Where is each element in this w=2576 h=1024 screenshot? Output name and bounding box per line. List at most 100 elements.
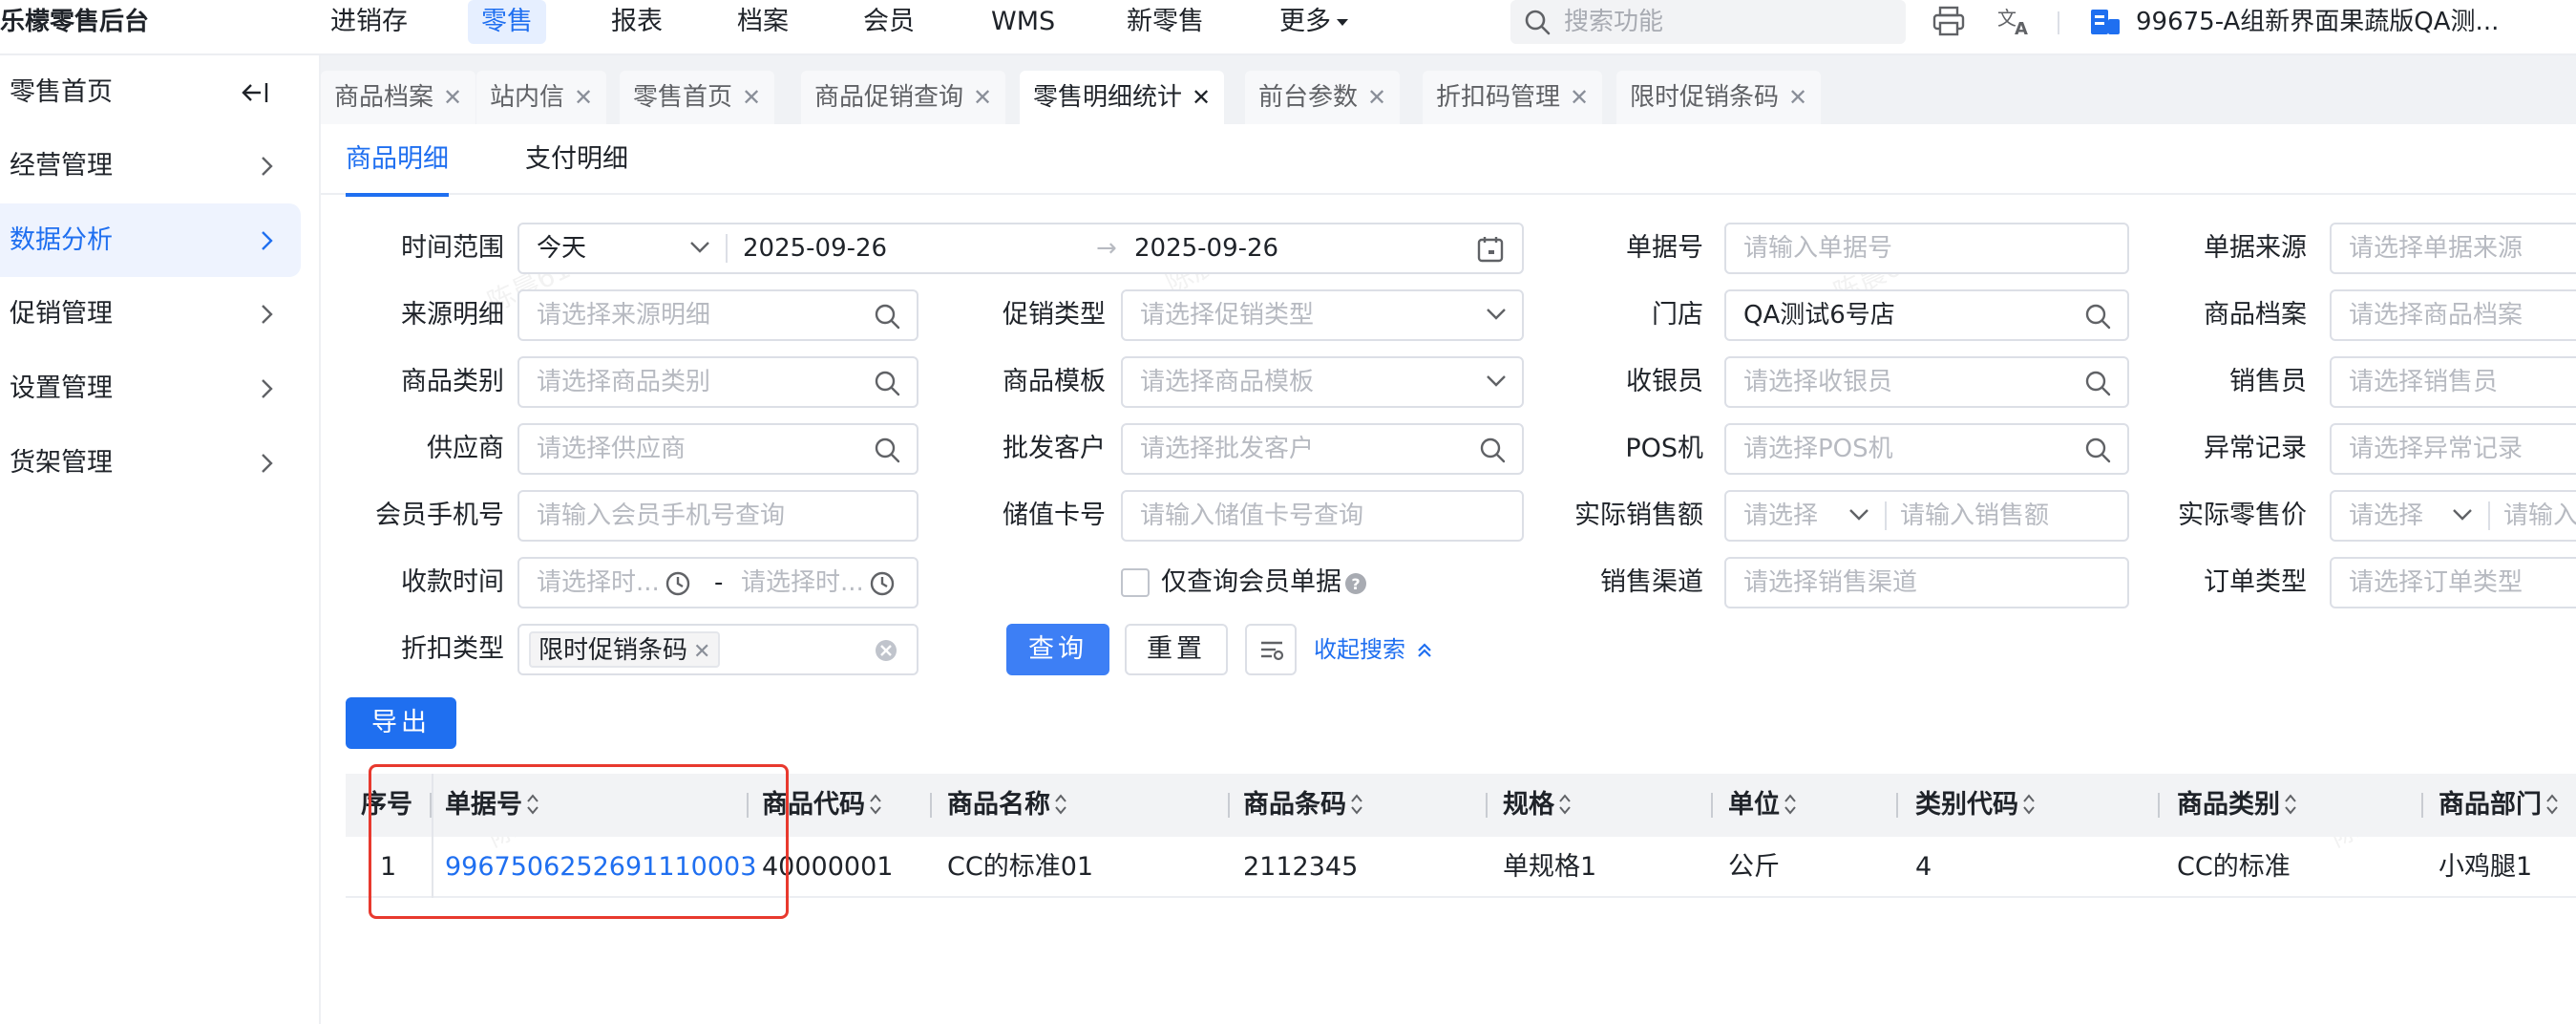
promo-type-select[interactable]: 请选择促销类型 bbox=[1121, 289, 1524, 341]
function-search[interactable]: 搜索功能 bbox=[1510, 0, 1906, 44]
anomaly-select[interactable]: 请选择异常记录 bbox=[2330, 423, 2576, 475]
store-select[interactable]: QA测试6号店 bbox=[1724, 289, 2129, 341]
print-icon[interactable] bbox=[1932, 4, 1966, 42]
column-settings-button[interactable] bbox=[1245, 624, 1297, 675]
nav-more[interactable]: 更多 bbox=[1279, 0, 1348, 44]
th-item-code[interactable]: 商品代码 bbox=[762, 774, 882, 837]
sidebar-item-home[interactable]: 零售首页 bbox=[0, 55, 301, 129]
tab-promo-query[interactable]: 商品促销查询 ✕ bbox=[801, 71, 1006, 124]
subtab-pay-detail[interactable]: 支付明细 bbox=[525, 124, 628, 195]
pay-time-start-placeholder[interactable]: 请选择时... bbox=[537, 559, 660, 607]
supplier-select[interactable]: 请选择供应商 bbox=[517, 423, 918, 475]
tab-retail-detail[interactable]: 零售明细统计 ✕ bbox=[1020, 71, 1225, 124]
th-category-code[interactable]: 类别代码 bbox=[1915, 774, 2036, 837]
sidebar-item-shelf[interactable]: 货架管理 bbox=[0, 426, 301, 500]
subtab-item-detail[interactable]: 商品明细 bbox=[346, 124, 449, 197]
bill-no-input[interactable]: 请输入单据号 bbox=[1724, 223, 2129, 274]
cell-bill-no-link[interactable]: 9967506252691110003 bbox=[445, 837, 756, 898]
sidebar-item-promotion[interactable]: 促销管理 bbox=[0, 277, 301, 351]
stored-card-input[interactable]: 请输入储值卡号查询 bbox=[1121, 490, 1524, 542]
order-type-select[interactable]: 请选择订单类型 bbox=[2330, 557, 2576, 608]
member-only-checkbox[interactable] bbox=[1121, 568, 1150, 597]
calendar-icon[interactable] bbox=[1476, 235, 1505, 264]
label-member-phone: 会员手机号 bbox=[375, 501, 504, 530]
question-icon[interactable]: ? bbox=[1344, 572, 1367, 595]
nav-huiyuan[interactable]: 会员 bbox=[863, 0, 915, 44]
pay-time-range[interactable]: 请选择时... - 请选择时... bbox=[517, 557, 918, 608]
bill-source-select[interactable]: 请选择单据来源 bbox=[2330, 223, 2576, 274]
end-date[interactable]: 2025-09-26 bbox=[1134, 224, 1278, 272]
column-divider[interactable] bbox=[1228, 793, 1230, 818]
tab-retail-home[interactable]: 零售首页 ✕ bbox=[620, 71, 775, 124]
salesman-select[interactable]: 请选择销售员 bbox=[2330, 356, 2576, 408]
tab-timed-promo-barcode[interactable]: 限时促销条码 ✕ bbox=[1616, 71, 1822, 124]
pos-select[interactable]: 请选择POS机 bbox=[1724, 423, 2129, 475]
th-category[interactable]: 商品类别 bbox=[2177, 774, 2297, 837]
sidebar-item-data-analysis[interactable]: 数据分析 bbox=[0, 203, 301, 277]
cashier-select[interactable]: 请选择收银员 bbox=[1724, 356, 2129, 408]
nav-dangan[interactable]: 档案 bbox=[737, 0, 789, 44]
nav-baobiao[interactable]: 报表 bbox=[611, 0, 663, 44]
column-divider[interactable] bbox=[1711, 793, 1713, 818]
item-file-select[interactable]: 请选择商品档案 bbox=[2330, 289, 2576, 341]
actual-price-field[interactable]: 请选择 请输入 bbox=[2330, 490, 2576, 542]
close-icon[interactable]: ✕ bbox=[574, 84, 593, 111]
member-phone-input[interactable]: 请输入会员手机号查询 bbox=[517, 490, 918, 542]
close-icon[interactable]: ✕ bbox=[443, 84, 462, 111]
th-bill-no[interactable]: 单据号 bbox=[445, 774, 539, 837]
current-store[interactable]: 99675-A组新界面果蔬版QA测... bbox=[2136, 0, 2499, 44]
template-select[interactable]: 请选择商品模板 bbox=[1121, 356, 1524, 408]
collapse-search-link[interactable]: 收起搜索 bbox=[1314, 624, 1432, 675]
query-button[interactable]: 查询 bbox=[1006, 624, 1109, 675]
actual-price-op-placeholder[interactable]: 请选择 bbox=[2349, 492, 2423, 540]
close-icon[interactable]: ✕ bbox=[742, 84, 761, 111]
th-unit[interactable]: 单位 bbox=[1728, 774, 1797, 837]
close-icon[interactable]: ✕ bbox=[1192, 84, 1211, 111]
actual-amount-op-placeholder[interactable]: 请选择 bbox=[1743, 492, 1818, 540]
nav-xinlingshou[interactable]: 新零售 bbox=[1127, 0, 1204, 44]
close-icon[interactable]: ✕ bbox=[1367, 84, 1386, 111]
actual-amount-placeholder[interactable]: 请输入销售额 bbox=[1900, 492, 2049, 540]
th-item-name[interactable]: 商品名称 bbox=[947, 774, 1067, 837]
tag-close-icon[interactable]: ✕ bbox=[693, 640, 710, 664]
wholesale-select[interactable]: 请选择批发客户 bbox=[1121, 423, 1524, 475]
category-select[interactable]: 请选择商品类别 bbox=[517, 356, 918, 408]
th-spec[interactable]: 规格 bbox=[1503, 774, 1572, 837]
th-barcode[interactable]: 商品条码 bbox=[1243, 774, 1363, 837]
th-department[interactable]: 商品部门 bbox=[2439, 774, 2559, 837]
reset-button[interactable]: 重置 bbox=[1125, 624, 1228, 675]
sidebar-item-operations[interactable]: 经营管理 bbox=[0, 129, 301, 203]
channel-select[interactable]: 请选择销售渠道 bbox=[1724, 557, 2129, 608]
column-divider[interactable] bbox=[2421, 793, 2423, 818]
tab-discount-code[interactable]: 折扣码管理 ✕ bbox=[1423, 71, 1603, 124]
column-divider[interactable] bbox=[1896, 793, 1898, 818]
tab-item-file[interactable]: 商品档案 ✕ bbox=[321, 71, 476, 124]
time-range-preset[interactable]: 今天 bbox=[537, 224, 586, 272]
discount-type-select[interactable]: 限时促销条码 ✕ bbox=[517, 624, 918, 675]
column-divider[interactable] bbox=[930, 793, 932, 818]
member-only-label[interactable]: 仅查询会员单据 bbox=[1161, 557, 1341, 608]
actual-amount-field[interactable]: 请选择 请输入销售额 bbox=[1724, 490, 2129, 542]
translate-icon[interactable]: 文A bbox=[1997, 4, 2034, 42]
actual-price-placeholder[interactable]: 请输入 bbox=[2503, 492, 2576, 540]
nav-jinxiaocun[interactable]: 进销存 bbox=[330, 0, 408, 44]
column-divider[interactable] bbox=[2158, 793, 2160, 818]
tab-front-params[interactable]: 前台参数 ✕ bbox=[1245, 71, 1401, 124]
nav-lingshou[interactable]: 零售 bbox=[468, 0, 546, 44]
nav-wms[interactable]: WMS bbox=[991, 0, 1055, 44]
clear-icon[interactable] bbox=[875, 639, 897, 662]
export-button[interactable]: 导出 bbox=[346, 697, 456, 749]
pay-time-end-placeholder[interactable]: 请选择时... bbox=[741, 559, 864, 607]
close-icon[interactable]: ✕ bbox=[1788, 84, 1807, 111]
close-icon[interactable]: ✕ bbox=[1570, 84, 1589, 111]
start-date[interactable]: 2025-09-26 bbox=[743, 224, 887, 272]
time-range-field[interactable]: 今天 2025-09-26 → 2025-09-26 bbox=[517, 223, 1524, 274]
column-divider[interactable] bbox=[747, 793, 749, 818]
tab-inbox[interactable]: 站内信 ✕ bbox=[476, 71, 607, 124]
source-detail-select[interactable]: 请选择来源明细 bbox=[517, 289, 918, 341]
column-divider[interactable] bbox=[1486, 793, 1488, 818]
table-row[interactable]: 1 9967506252691110003 40000001 CC的标准01 2… bbox=[346, 837, 2576, 898]
sidebar-item-settings[interactable]: 设置管理 bbox=[0, 352, 301, 425]
collapse-sidebar-icon[interactable] bbox=[242, 80, 268, 105]
close-icon[interactable]: ✕ bbox=[973, 84, 992, 111]
